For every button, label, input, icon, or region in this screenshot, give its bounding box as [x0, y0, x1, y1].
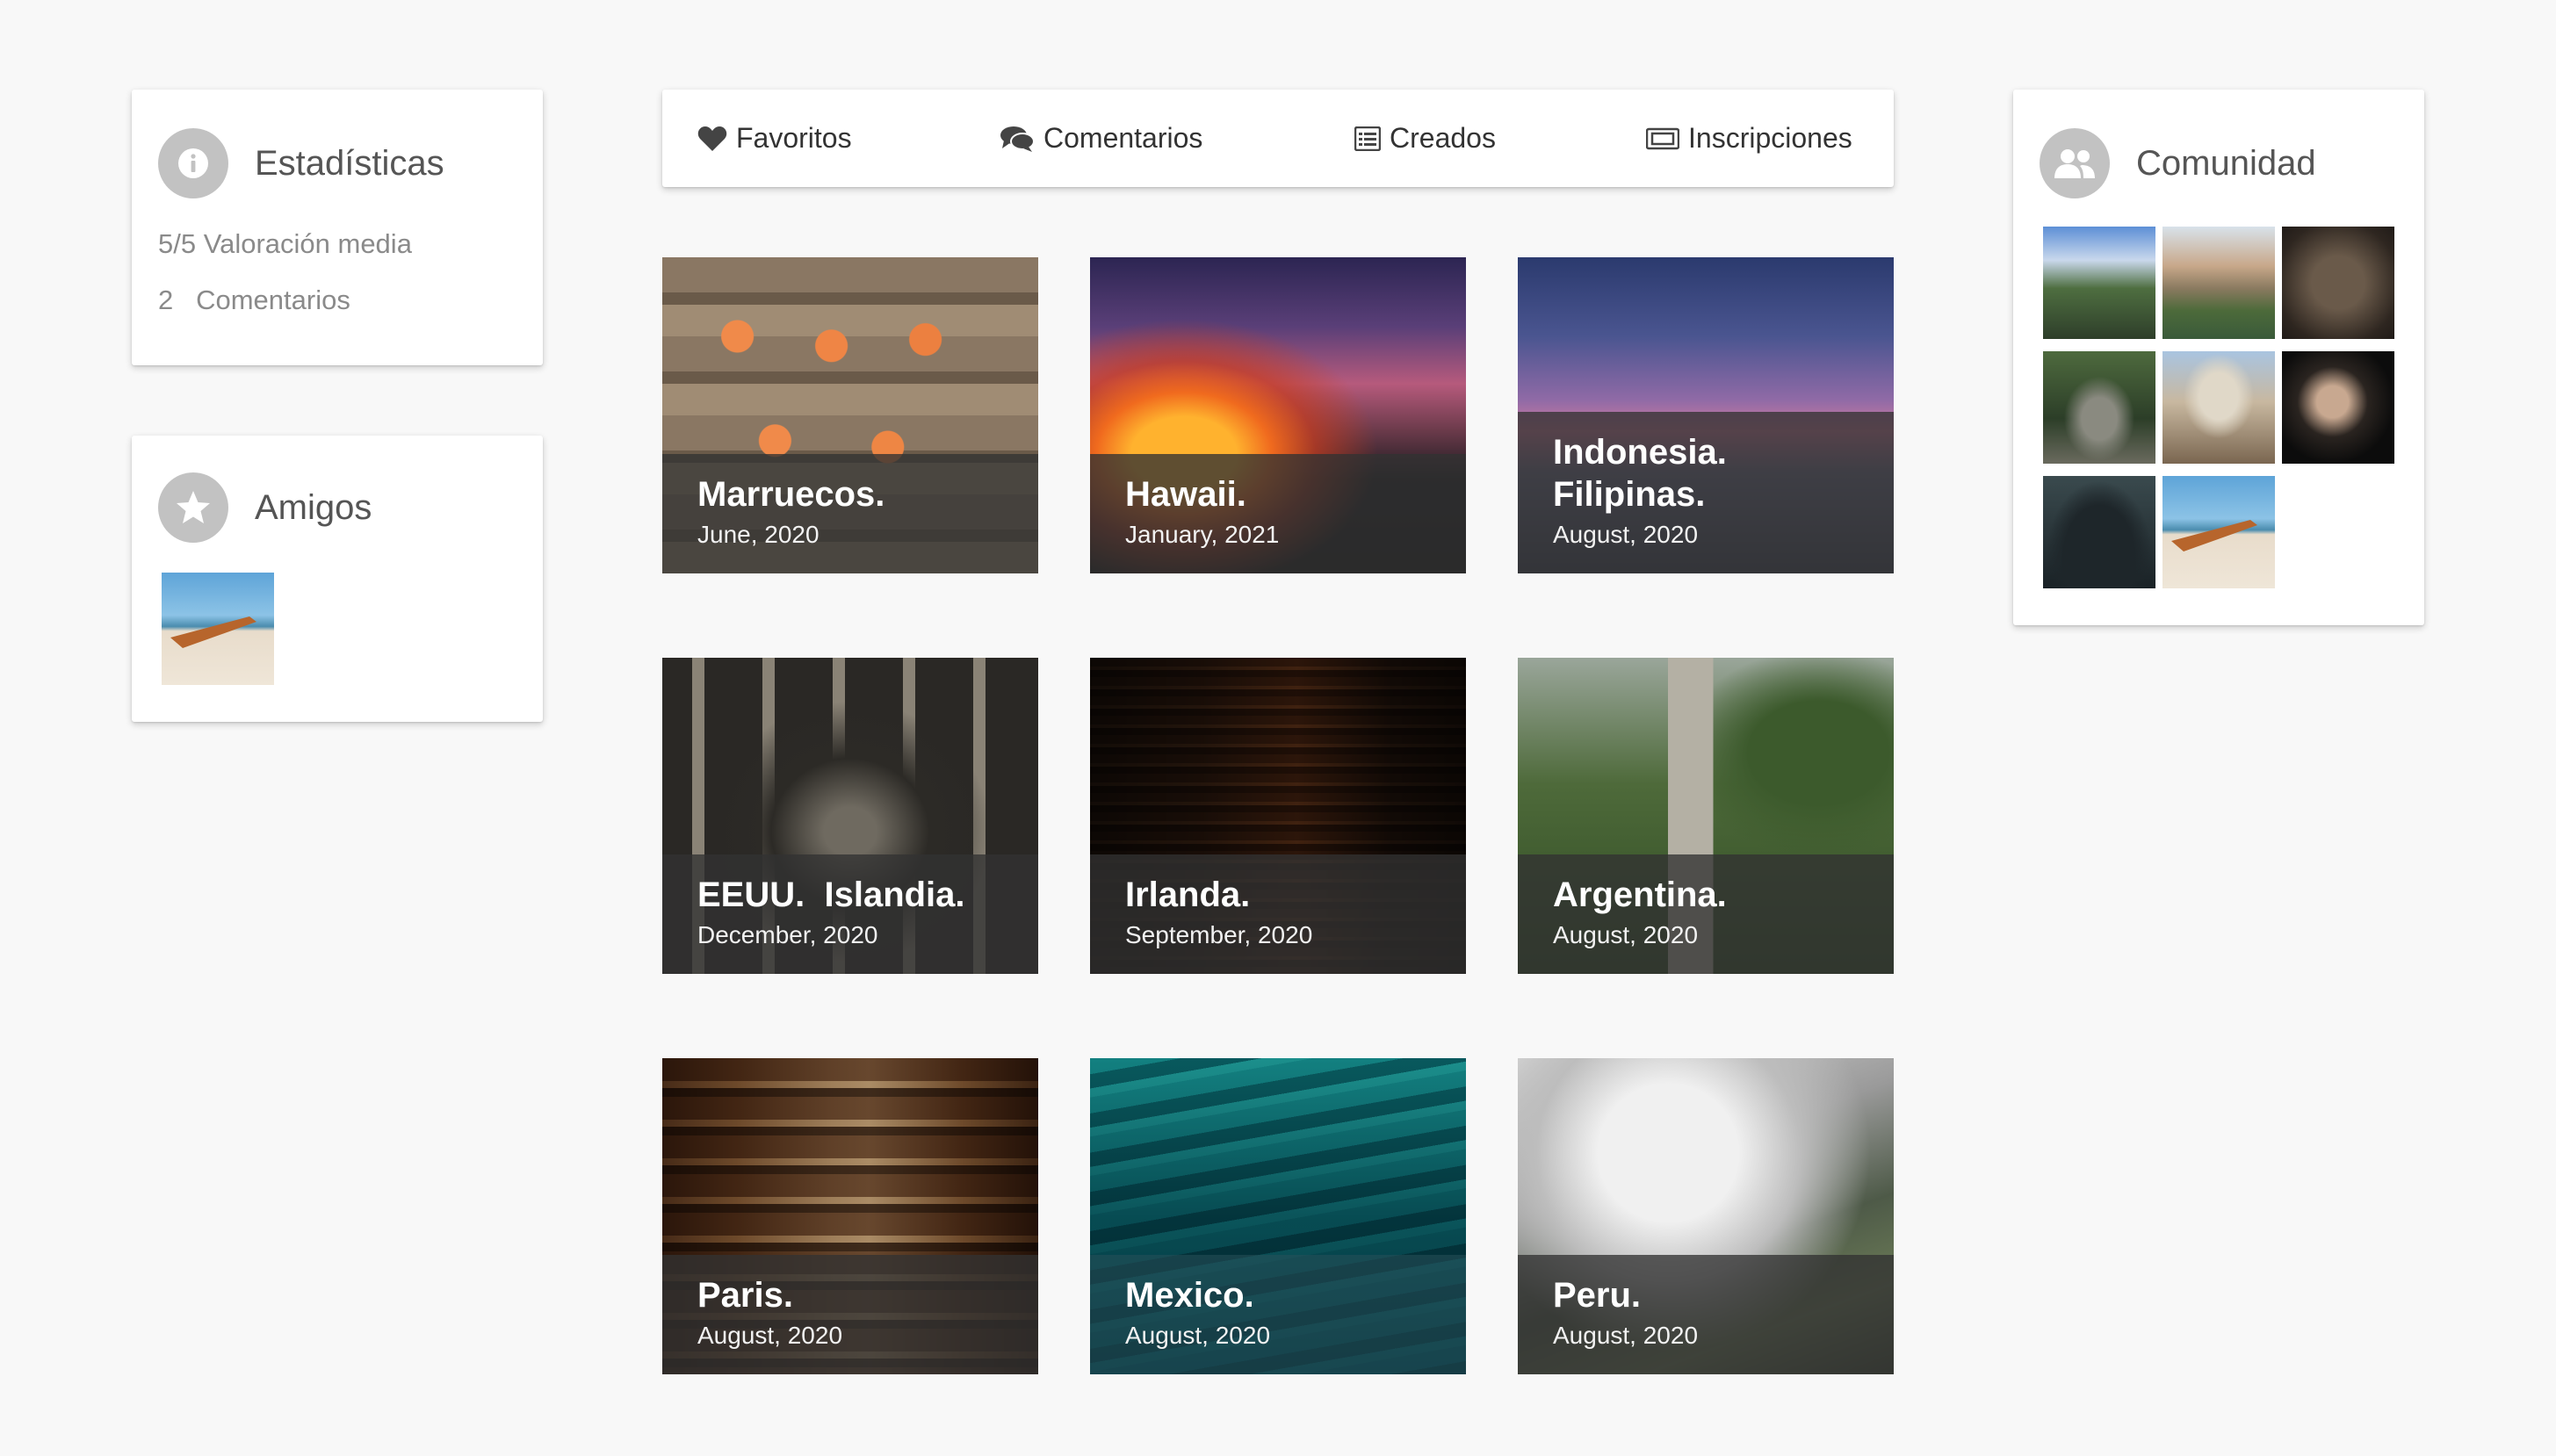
- trip-name: Irlanda.: [1125, 876, 1251, 914]
- list-icon: [1354, 126, 1381, 151]
- community-title: Comunidad: [2136, 143, 2316, 183]
- trip-card[interactable]: Irlanda. September, 2020: [1090, 658, 1466, 974]
- friends-title: Amigos: [255, 487, 372, 527]
- friend-avatar[interactable]: [162, 573, 274, 685]
- tab-comentarios[interactable]: Comentarios: [1000, 90, 1202, 187]
- trip-date: August, 2020: [1553, 1322, 1699, 1349]
- member-avatar[interactable]: [2282, 227, 2394, 339]
- comments-count: 2 Comentarios: [158, 285, 350, 315]
- trip-name: Mexico.: [1125, 1276, 1254, 1315]
- trip-name: Indonesia. Filipinas.: [1553, 433, 1727, 514]
- tab-favoritos[interactable]: Favoritos: [697, 90, 852, 187]
- trip-name: Argentina.: [1553, 876, 1727, 914]
- comments-icon: [1000, 126, 1035, 152]
- trip-name: Marruecos.: [697, 475, 885, 514]
- trip-card[interactable]: Argentina. August, 2020: [1518, 658, 1894, 974]
- users-icon: [2040, 128, 2110, 198]
- member-avatar[interactable]: [2043, 351, 2155, 464]
- trip-date: January, 2021: [1125, 521, 1280, 548]
- trip-date: August, 2020: [697, 1322, 843, 1349]
- trip-date: September, 2020: [1125, 921, 1313, 948]
- trip-name: Peru.: [1553, 1276, 1642, 1315]
- trip-name: EEUU. Islandia.: [697, 876, 965, 914]
- trip-card[interactable]: EEUU. Islandia. December, 2020: [662, 658, 1038, 974]
- member-avatar[interactable]: [2162, 351, 2275, 464]
- tab-inscripciones-label: Inscripciones: [1688, 122, 1852, 154]
- member-avatar[interactable]: [2162, 476, 2275, 588]
- tab-inscripciones[interactable]: Inscripciones: [1646, 90, 1852, 187]
- friends-card: Amigos: [132, 436, 543, 722]
- star-icon: [158, 472, 228, 543]
- trip-date: August, 2020: [1553, 521, 1699, 548]
- trip-card[interactable]: Mexico. August, 2020: [1090, 1058, 1466, 1374]
- trip-card[interactable]: Paris. August, 2020: [662, 1058, 1038, 1374]
- trip-card[interactable]: Marruecos. June, 2020: [662, 257, 1038, 573]
- trip-name: Paris.: [697, 1276, 793, 1315]
- tab-bar: Favoritos Comentarios Creados Inscripcio…: [662, 90, 1894, 187]
- member-avatar[interactable]: [2162, 227, 2275, 339]
- trip-date: August, 2020: [1125, 1322, 1271, 1349]
- tab-favoritos-label: Favoritos: [736, 122, 852, 154]
- trip-card[interactable]: Hawaii. January, 2021: [1090, 257, 1466, 573]
- tab-creados-label: Creados: [1390, 122, 1496, 154]
- trip-card[interactable]: Indonesia. Filipinas. August, 2020: [1518, 257, 1894, 573]
- tab-comentarios-label: Comentarios: [1043, 122, 1203, 154]
- info-icon: [158, 128, 228, 198]
- ticket-icon: [1646, 127, 1679, 149]
- trip-date: June, 2020: [697, 521, 820, 548]
- tab-creados[interactable]: Creados: [1354, 90, 1496, 187]
- member-avatar[interactable]: [2282, 351, 2394, 464]
- trip-date: December, 2020: [697, 921, 878, 948]
- stats-card: Estadísticas 5/5 Valoración media 2 Come…: [132, 90, 543, 365]
- stats-title: Estadísticas: [255, 143, 444, 183]
- rating-text: 5/5 Valoración media: [158, 228, 412, 259]
- trip-date: August, 2020: [1553, 921, 1699, 948]
- trip-card[interactable]: Peru. August, 2020: [1518, 1058, 1894, 1374]
- member-avatar[interactable]: [2043, 476, 2155, 588]
- heart-icon: [697, 126, 727, 151]
- trip-name: Hawaii.: [1125, 475, 1246, 514]
- community-card: Comunidad: [2013, 90, 2424, 625]
- member-avatar[interactable]: [2043, 227, 2155, 339]
